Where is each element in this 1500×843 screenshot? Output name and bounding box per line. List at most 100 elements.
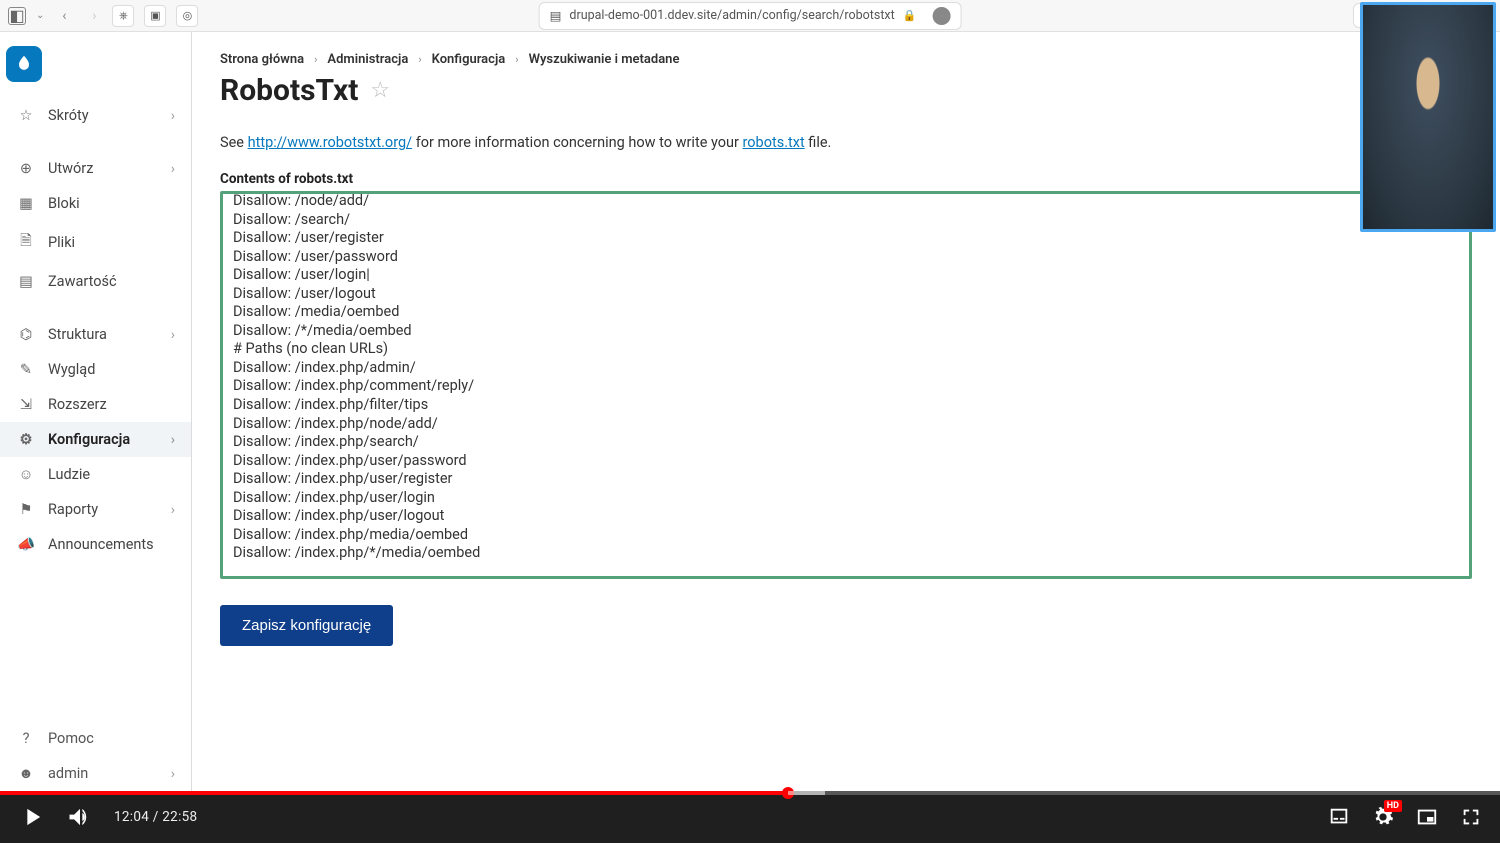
admin-sidebar: ☆ Skróty › ⊕ Utwórz › ▦ Bloki 🗎 Pliki ▤ …	[0, 32, 192, 791]
sidebar-menu: ☆ Skróty › ⊕ Utwórz › ▦ Bloki 🗎 Pliki ▤ …	[0, 92, 191, 791]
browser-tab-icon-3[interactable]: ◎	[176, 5, 198, 27]
help-suffix: file.	[805, 134, 832, 151]
sidebar-item-bloki[interactable]: ▦ Bloki	[0, 186, 191, 221]
sidebar-item-label: Announcements	[48, 536, 154, 553]
sidebar-item-label: Zawartość	[48, 273, 117, 290]
sidebar-item-pliki[interactable]: 🗎 Pliki	[0, 221, 191, 264]
sidebar-item-label: Raporty	[48, 501, 98, 518]
favorite-star-icon[interactable]: ☆	[370, 78, 390, 103]
sidebar-item-admin[interactable]: ☻ admin ›	[0, 756, 191, 791]
fullscreen-icon	[1460, 806, 1482, 828]
breadcrumb-link[interactable]: Wyszukiwanie i metadane	[529, 52, 680, 67]
player-time: 12:04 / 22:58	[114, 809, 197, 825]
webcam-video	[1363, 5, 1493, 229]
help-prefix: See	[220, 134, 248, 151]
page-title: RobotsTxt	[220, 73, 358, 108]
help-link-robotstxt-org[interactable]: http://www.robotstxt.org/	[248, 134, 413, 151]
sidebar-item-struktura[interactable]: ⌬ Struktura ›	[0, 317, 191, 352]
url-extension-icon[interactable]	[932, 7, 950, 25]
volume-button[interactable]	[66, 803, 94, 831]
reports-icon: ⚑	[16, 501, 36, 518]
url-bar[interactable]: ▤ drupal-demo-001.ddev.site/admin/config…	[539, 2, 962, 30]
reader-mode-icon: ▤	[550, 8, 562, 24]
app-container: ☆ Skróty › ⊕ Utwórz › ▦ Bloki 🗎 Pliki ▤ …	[0, 32, 1500, 791]
chevron-right-icon: ›	[171, 161, 175, 177]
sidebar-item-wyglad[interactable]: ✎ Wygląd	[0, 352, 191, 387]
chevron-right-icon: ›	[171, 108, 175, 124]
sidebar-item-utworz[interactable]: ⊕ Utwórz ›	[0, 151, 191, 186]
help-icon: ?	[16, 730, 36, 747]
progress-buffered	[788, 791, 826, 795]
chevron-right-icon: ›	[418, 53, 421, 66]
files-icon: 🗎	[16, 230, 36, 255]
sidebar-item-label: Skróty	[48, 107, 89, 124]
video-player-bar: 12:04 / 22:58 HD	[0, 791, 1500, 843]
drupal-logo[interactable]	[6, 46, 42, 82]
miniplayer-button[interactable]	[1416, 806, 1438, 828]
help-text: See http://www.robotstxt.org/ for more i…	[220, 134, 1472, 151]
chrome-left-controls: ◧ ⌄ ‹ ›	[8, 6, 104, 26]
miniplayer-icon	[1416, 806, 1438, 828]
hd-badge: HD	[1384, 800, 1402, 812]
progress-track[interactable]	[0, 791, 1500, 795]
sidebar-item-rozszerz[interactable]: ⇲ Rozszerz	[0, 387, 191, 422]
duration: 22:58	[162, 809, 197, 825]
config-icon: ⚙	[16, 431, 36, 448]
field-label-contents: Contents of robots.txt	[220, 171, 1472, 187]
nav-forward-icon: ›	[84, 6, 104, 26]
sidebar-item-konfiguracja[interactable]: ⚙ Konfiguracja ›	[0, 422, 191, 457]
breadcrumb-link[interactable]: Administracja	[327, 52, 408, 67]
subtitles-icon	[1328, 806, 1350, 828]
plus-icon: ⊕	[16, 160, 36, 177]
breadcrumb-link[interactable]: Konfiguracja	[432, 52, 506, 67]
breadcrumb-link[interactable]: Strona główna	[220, 52, 304, 67]
browser-tab-icon-1[interactable]: ⎈	[112, 5, 134, 27]
main-content: Strona główna › Administracja › Konfigur…	[192, 32, 1500, 791]
content-icon: ▤	[16, 273, 36, 290]
sidebar-item-skroty[interactable]: ☆ Skróty ›	[0, 98, 191, 133]
robots-contents-textarea[interactable]	[220, 191, 1472, 579]
sidebar-item-label: Utwórz	[48, 160, 93, 177]
browser-tab-icon-2[interactable]: ▣	[144, 5, 166, 27]
chevron-right-icon: ›	[171, 432, 175, 448]
sidebar-item-label: Pomoc	[48, 730, 94, 747]
sidebar-item-zawartosc[interactable]: ▤ Zawartość	[0, 264, 191, 299]
sidebar-item-label: Ludzie	[48, 466, 90, 483]
play-button[interactable]	[18, 803, 46, 831]
people-icon: ☺	[16, 466, 36, 483]
webcam-overlay	[1360, 2, 1496, 232]
user-icon: ☻	[16, 765, 36, 782]
sidebar-item-pomoc[interactable]: ? Pomoc	[0, 721, 191, 756]
play-icon	[18, 803, 46, 831]
settings-button[interactable]: HD	[1372, 806, 1394, 828]
chevron-right-icon: ›	[171, 327, 175, 343]
sidebar-item-label: Struktura	[48, 326, 107, 343]
sidebar-item-label: Bloki	[48, 195, 80, 212]
chevron-right-icon: ›	[171, 502, 175, 518]
blocks-icon: ▦	[16, 195, 36, 212]
sidebar-item-announcements[interactable]: 📣 Announcements	[0, 527, 191, 562]
sidebar-item-ludzie[interactable]: ☺ Ludzie	[0, 457, 191, 492]
help-link-robots-file[interactable]: robots.txt	[743, 134, 805, 151]
help-mid: for more information concerning how to w…	[412, 134, 742, 151]
nav-back-icon[interactable]: ‹	[54, 6, 74, 26]
subtitles-button[interactable]	[1328, 806, 1350, 828]
fullscreen-button[interactable]	[1460, 806, 1482, 828]
chevron-right-icon: ›	[171, 766, 175, 782]
browser-chrome: ◧ ⌄ ‹ › ⎈ ▣ ◎ ▤ drupal-demo-001.ddev.sit…	[0, 0, 1500, 32]
announce-icon: 📣	[16, 536, 36, 553]
chrome-tab-icons: ⎈ ▣ ◎	[112, 5, 198, 27]
sidebar-item-raporty[interactable]: ⚑ Raporty ›	[0, 492, 191, 527]
save-configuration-button[interactable]: Zapisz konfigurację	[220, 605, 393, 646]
chevron-right-icon: ›	[515, 53, 518, 66]
page-title-row: RobotsTxt ☆	[220, 73, 1472, 108]
sidebar-item-label: Wygląd	[48, 361, 95, 378]
appearance-icon: ✎	[16, 361, 36, 378]
url-text: drupal-demo-001.ddev.site/admin/config/s…	[569, 8, 894, 23]
structure-icon: ⌬	[16, 326, 36, 343]
sidebar-toggle-icon[interactable]: ◧	[8, 7, 26, 25]
drupal-icon	[14, 54, 34, 74]
chevron-right-icon: ›	[314, 53, 317, 66]
tab-dropdown-icon[interactable]: ⌄	[36, 10, 44, 21]
current-time: 12:04	[114, 809, 149, 825]
